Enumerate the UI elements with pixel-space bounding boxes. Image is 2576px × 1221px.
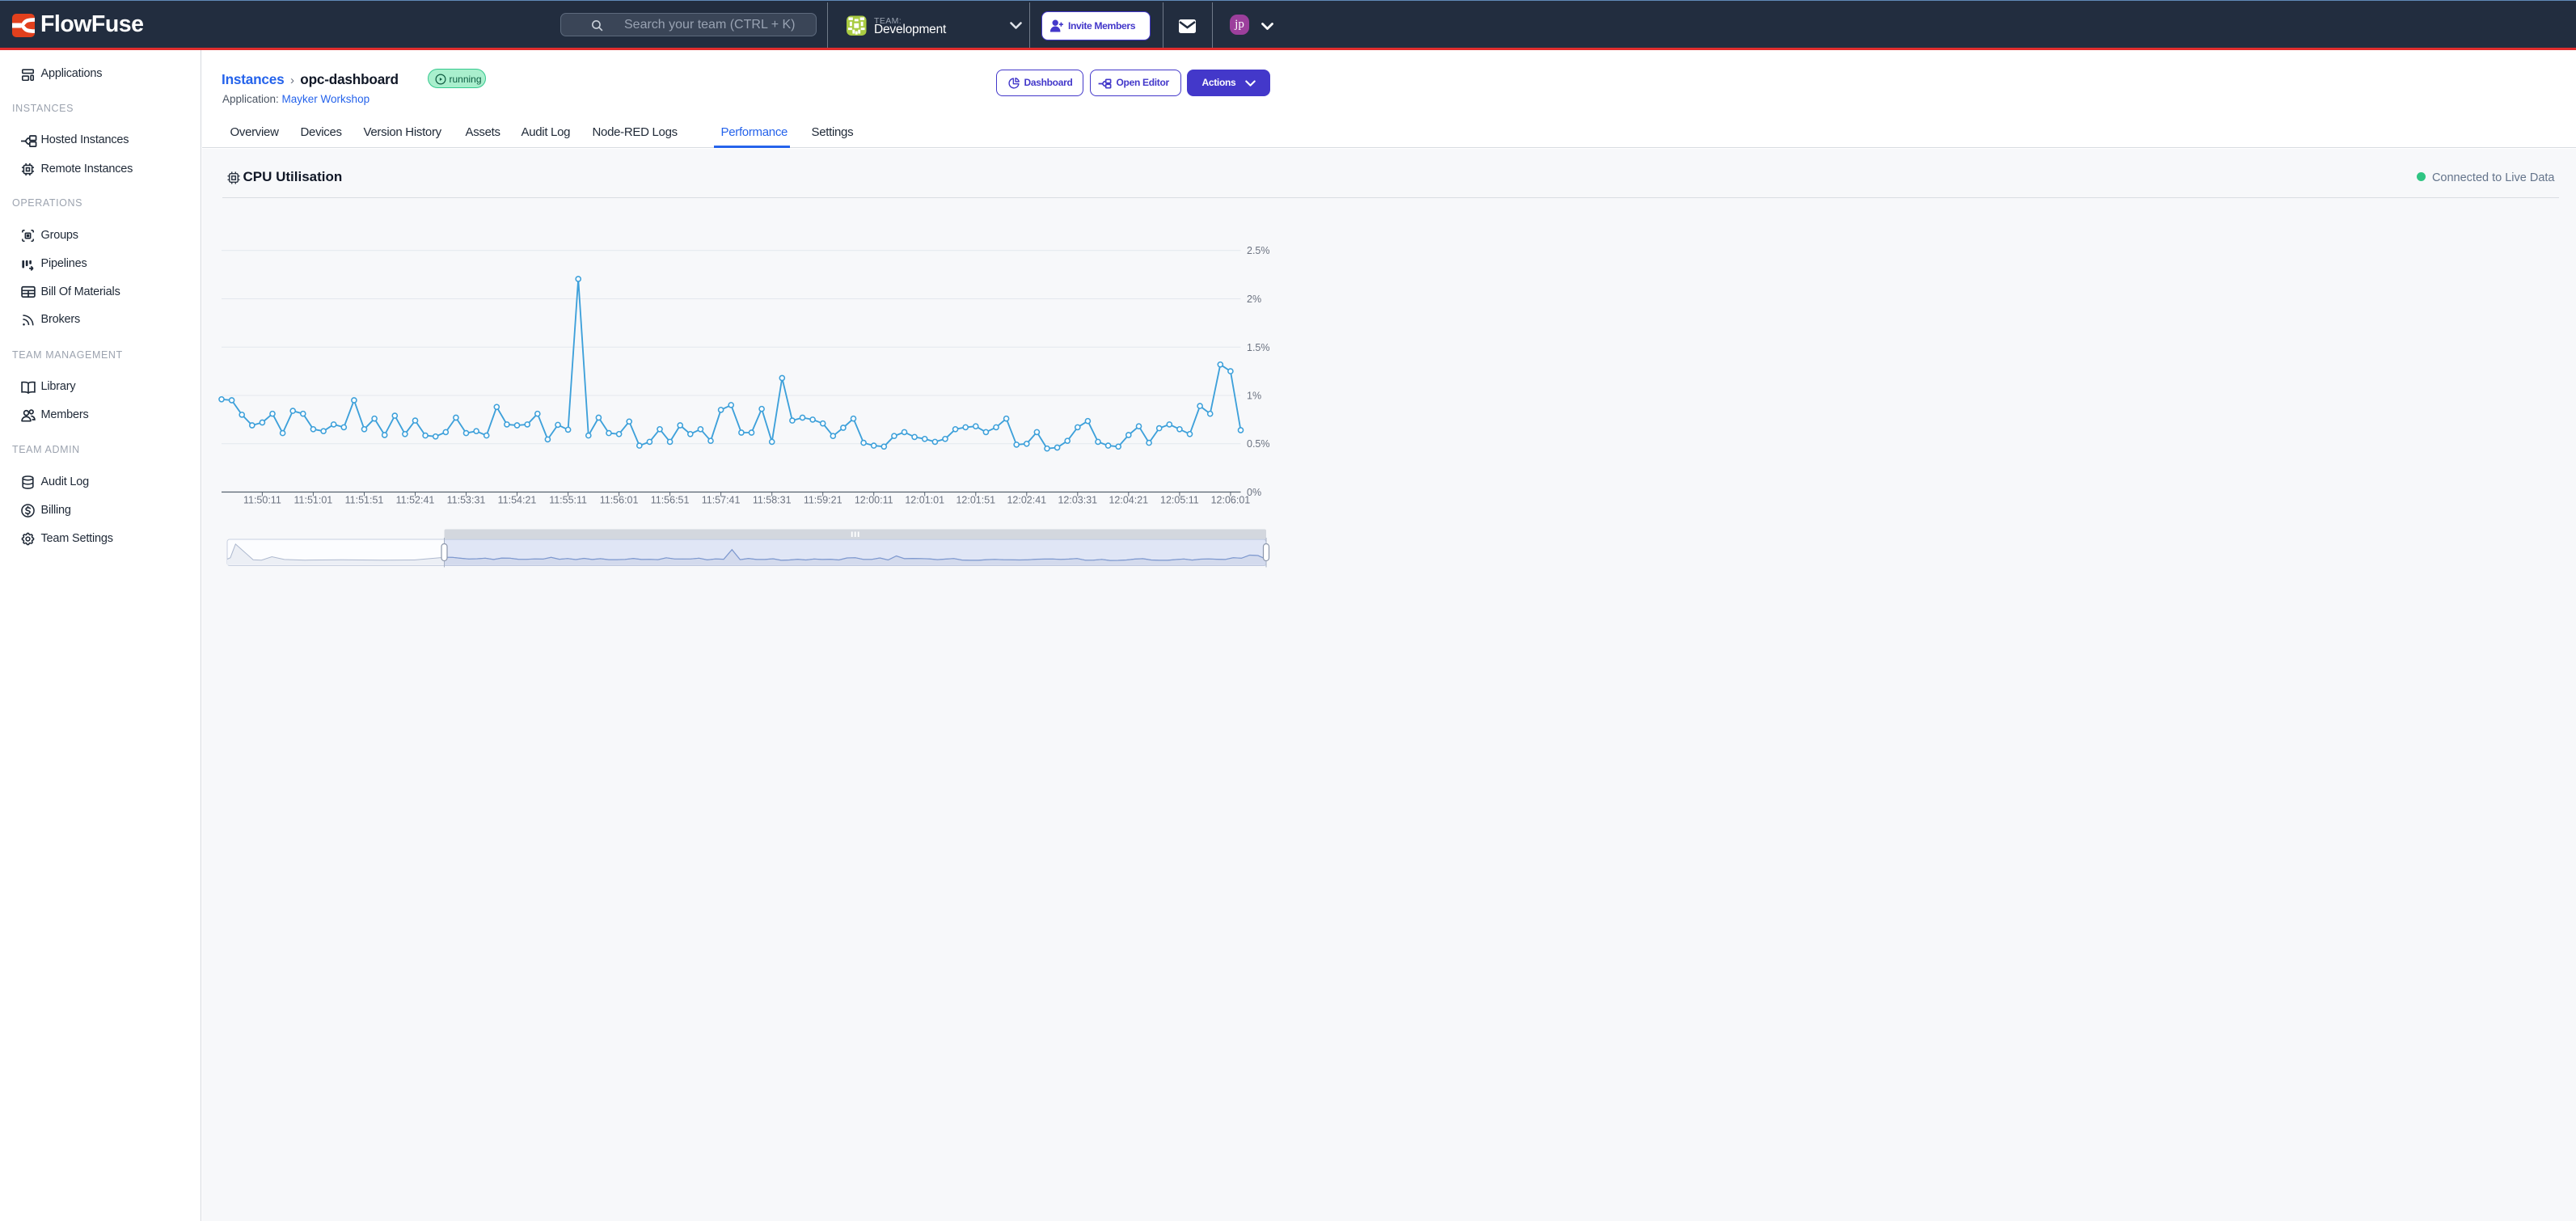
svg-text:12:01:01: 12:01:01	[905, 495, 944, 506]
svg-text:2%: 2%	[1247, 294, 1261, 305]
svg-text:11:51:51: 11:51:51	[345, 495, 384, 506]
svg-text:0.5%: 0.5%	[1247, 439, 1270, 450]
svg-text:2.5%: 2.5%	[1247, 246, 1270, 257]
svg-text:11:58:31: 11:58:31	[753, 495, 792, 506]
svg-text:12:00:11: 12:00:11	[855, 495, 893, 506]
svg-text:11:52:41: 11:52:41	[396, 495, 435, 506]
svg-text:11:59:21: 11:59:21	[804, 495, 842, 506]
svg-text:12:02:41: 12:02:41	[1007, 495, 1046, 506]
svg-text:11:56:01: 11:56:01	[600, 495, 639, 506]
svg-text:12:06:01: 12:06:01	[1211, 495, 1251, 506]
svg-text:11:56:51: 11:56:51	[651, 495, 690, 506]
svg-text:12:04:21: 12:04:21	[1109, 495, 1148, 506]
svg-text:11:55:11: 11:55:11	[549, 495, 587, 506]
svg-text:12:01:51: 12:01:51	[956, 495, 995, 506]
svg-text:11:51:01: 11:51:01	[294, 495, 333, 506]
svg-text:11:54:21: 11:54:21	[498, 495, 537, 506]
svg-text:1%: 1%	[1247, 391, 1261, 402]
svg-text:11:57:41: 11:57:41	[702, 495, 741, 506]
svg-text:1.5%: 1.5%	[1247, 342, 1270, 353]
svg-text:11:53:31: 11:53:31	[447, 495, 486, 506]
svg-text:12:03:31: 12:03:31	[1058, 495, 1097, 506]
svg-text:12:05:11: 12:05:11	[1160, 495, 1199, 506]
svg-text:11:50:11: 11:50:11	[243, 495, 281, 506]
